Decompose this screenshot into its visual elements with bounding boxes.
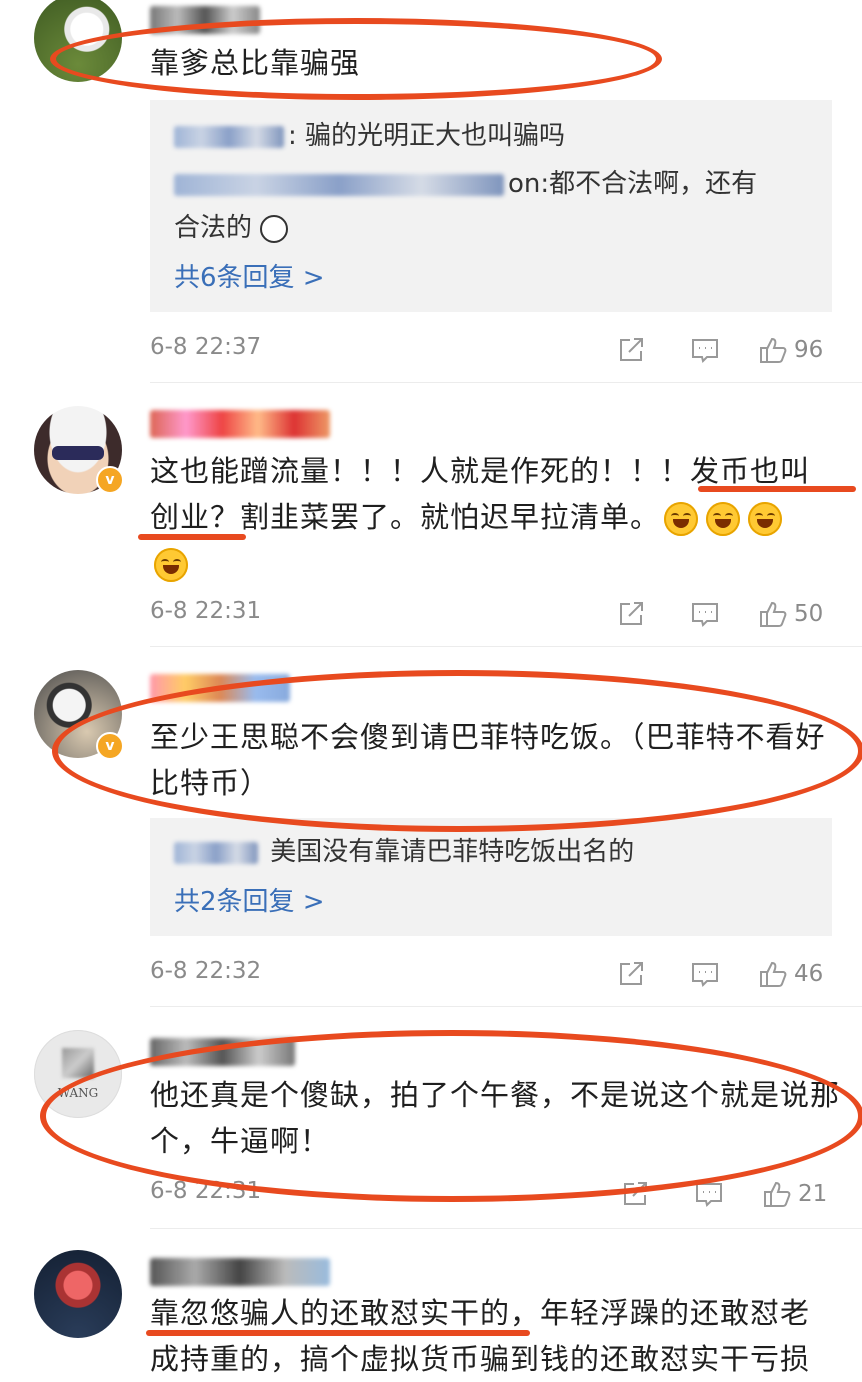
dizzy-emoji-icon bbox=[260, 214, 289, 243]
share-icon bbox=[620, 338, 643, 361]
like-button[interactable]: 96 bbox=[758, 330, 823, 370]
avatar-glyph bbox=[62, 1048, 94, 1078]
annotation-underline bbox=[698, 486, 856, 492]
comment-icon bbox=[692, 963, 718, 987]
comment-text: 他还真是个傻缺，拍了个午餐，不是说这个就是说那个，牛逼啊！ bbox=[150, 1078, 841, 1158]
annotation-underline bbox=[138, 534, 246, 540]
laughing-tears-emoji-icon bbox=[748, 502, 783, 536]
sunglasses bbox=[52, 446, 104, 460]
thumbs-up-icon bbox=[760, 337, 787, 363]
comment-meta: 6-8 22:31 21 bbox=[150, 1174, 832, 1214]
username-blurred[interactable] bbox=[150, 1038, 295, 1066]
timestamp: 6-8 22:31 bbox=[150, 598, 262, 624]
reply-username-blurred bbox=[174, 173, 504, 196]
laughing-tears-emoji-icon bbox=[664, 502, 699, 536]
avatar[interactable] bbox=[34, 1250, 122, 1338]
like-button[interactable]: 46 bbox=[758, 954, 823, 994]
share-icon bbox=[624, 1182, 647, 1205]
comment-button[interactable] bbox=[694, 1174, 724, 1214]
reply-box[interactable]: : 骗的光明正大也叫骗吗 on:都不合法啊，还有 合法的 共6条回复 > bbox=[150, 100, 832, 312]
avatar[interactable] bbox=[34, 0, 122, 82]
avatar[interactable]: WANG bbox=[34, 1030, 122, 1118]
username-blurred[interactable] bbox=[150, 410, 330, 438]
avatar-label: WANG bbox=[57, 1086, 99, 1100]
comment-text: 靠爹总比靠骗强 bbox=[150, 46, 361, 80]
like-count: 21 bbox=[798, 1181, 828, 1207]
verified-badge-icon: v bbox=[96, 732, 124, 760]
comment-meta: 6-8 22:31 50 bbox=[150, 594, 832, 634]
share-button[interactable] bbox=[616, 330, 646, 370]
more-replies-link[interactable]: 共6条回复 > bbox=[174, 256, 325, 300]
comment-text: 靠忽悠骗人的还敢怼实干的，年轻浮躁的还敢怼老成持重的，搞个虚拟货币骗到钱的还敢怼… bbox=[150, 1296, 811, 1376]
share-icon bbox=[620, 962, 643, 985]
timestamp: 6-8 22:31 bbox=[150, 1178, 262, 1204]
timestamp: 6-8 22:37 bbox=[150, 334, 262, 360]
thumbs-up-icon bbox=[760, 601, 787, 627]
divider bbox=[150, 1228, 862, 1229]
annotation-underline bbox=[146, 1330, 530, 1336]
reply-item[interactable]: : 骗的光明正大也叫骗吗 bbox=[174, 114, 565, 158]
reply-item[interactable]: 美国没有靠请巴菲特吃饭出名的 bbox=[174, 830, 634, 874]
comment-icon bbox=[692, 603, 718, 627]
divider bbox=[150, 1006, 862, 1007]
like-count: 46 bbox=[794, 961, 824, 987]
comment-meta: 6-8 22:32 46 bbox=[150, 954, 832, 994]
reply-item-continued: 合法的 bbox=[174, 206, 289, 250]
comment-button[interactable] bbox=[690, 330, 720, 370]
thumbs-up-icon bbox=[760, 961, 787, 987]
comment-button[interactable] bbox=[690, 594, 720, 634]
share-button[interactable] bbox=[616, 594, 646, 634]
reply-username-blurred bbox=[174, 125, 284, 148]
reply-box[interactable]: 美国没有靠请巴菲特吃饭出名的 共2条回复 > bbox=[150, 818, 832, 936]
like-count: 50 bbox=[794, 601, 824, 627]
username-blurred[interactable] bbox=[150, 6, 260, 34]
comment-meta: 6-8 22:37 96 bbox=[150, 330, 832, 370]
comment-icon bbox=[692, 339, 718, 363]
username-blurred[interactable] bbox=[150, 1258, 330, 1286]
divider bbox=[150, 646, 862, 647]
comment-text: 这也能蹭流量！！！人就是作死的！！！发币也叫 创业？割韭菜罢了。就怕迟早拉清单。 bbox=[150, 448, 840, 586]
verified-badge-icon: v bbox=[96, 466, 124, 494]
comment-text: 至少王思聪不会傻到请巴菲特吃饭。（巴菲特不看好比特币） bbox=[150, 720, 826, 800]
share-icon bbox=[620, 602, 643, 625]
reply-item[interactable]: on:都不合法啊，还有 bbox=[174, 162, 757, 206]
laughing-tears-emoji-icon bbox=[706, 502, 741, 536]
like-button[interactable]: 50 bbox=[758, 594, 823, 634]
thumbs-up-icon bbox=[764, 1181, 791, 1207]
like-button[interactable]: 21 bbox=[762, 1174, 827, 1214]
username-blurred[interactable] bbox=[150, 674, 290, 702]
laughing-tears-emoji-icon bbox=[154, 548, 188, 582]
divider bbox=[150, 382, 862, 383]
comment-icon bbox=[696, 1183, 722, 1207]
timestamp: 6-8 22:32 bbox=[150, 958, 262, 984]
share-button[interactable] bbox=[616, 954, 646, 994]
reply-username-blurred bbox=[174, 841, 258, 864]
like-count: 96 bbox=[794, 337, 824, 363]
share-button[interactable] bbox=[620, 1174, 650, 1214]
more-replies-link[interactable]: 共2条回复 > bbox=[174, 880, 325, 924]
comment-button[interactable] bbox=[690, 954, 720, 994]
